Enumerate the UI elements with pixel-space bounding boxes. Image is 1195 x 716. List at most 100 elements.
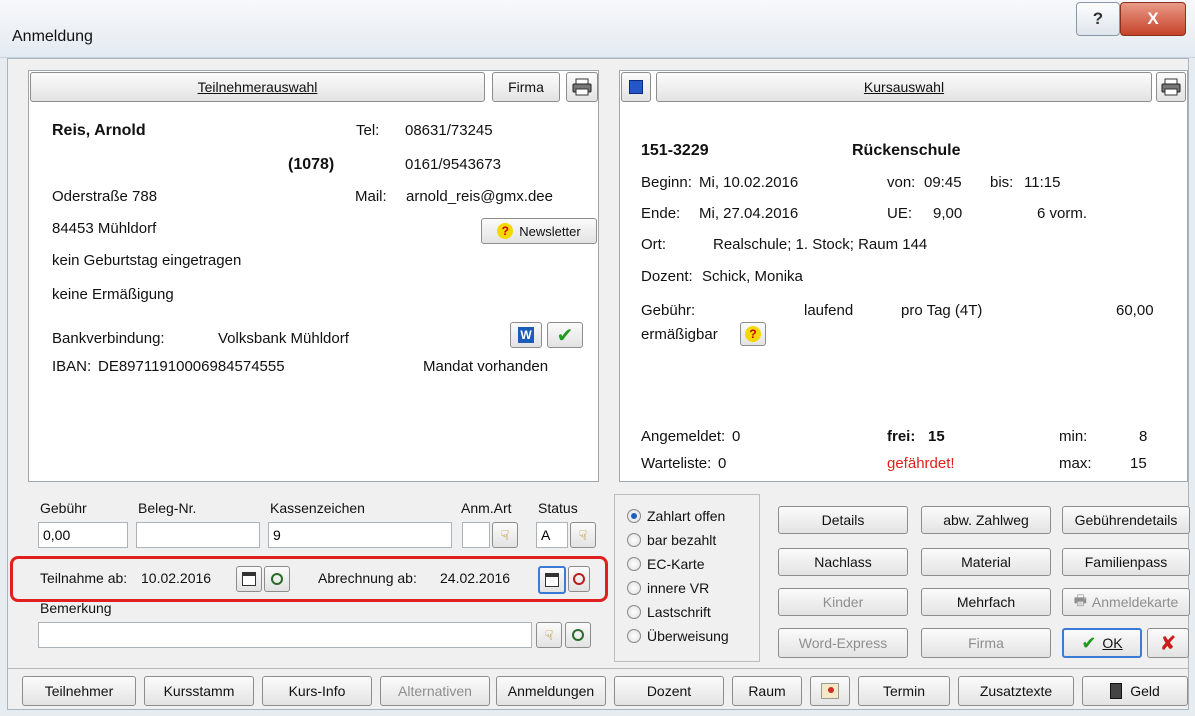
window-title: Anmeldung bbox=[12, 28, 93, 45]
radio-icon bbox=[627, 533, 641, 547]
material-button[interactable]: Material bbox=[921, 548, 1051, 576]
to-label: bis: bbox=[990, 174, 1014, 191]
course-lookup-button[interactable] bbox=[621, 72, 651, 102]
alt-payment-button[interactable]: abw. Zahlweg bbox=[921, 506, 1051, 534]
cash-input[interactable] bbox=[268, 522, 452, 548]
payment-option-cash[interactable]: bar bezahlt bbox=[627, 532, 716, 548]
close-button[interactable]: X bbox=[1120, 2, 1186, 36]
fee-type: laufend bbox=[804, 302, 854, 319]
toolbar-course-master-button[interactable]: Kursstamm bbox=[144, 676, 254, 706]
toolbar-room-button[interactable]: Raum bbox=[732, 676, 802, 706]
toolbar-course-info-button[interactable]: Kurs-Info bbox=[262, 676, 372, 706]
children-button[interactable]: Kinder bbox=[778, 588, 908, 616]
billing-date[interactable]: 24.02.2016 bbox=[440, 570, 510, 586]
regtype-lookup-button[interactable]: ☟ bbox=[492, 522, 518, 548]
toolbar-registrations-button[interactable]: Anmeldungen bbox=[496, 676, 606, 706]
billing-zoom-button[interactable] bbox=[568, 566, 590, 592]
word-button[interactable]: W bbox=[510, 322, 542, 348]
participant-street: Oderstraße 788 bbox=[52, 188, 158, 205]
cancel-button[interactable]: ✘ bbox=[1147, 628, 1189, 658]
reducible-help-button[interactable]: ? bbox=[740, 322, 766, 346]
bank-label: Bankverbindung: bbox=[52, 330, 165, 347]
tel-primary: 08631/73245 bbox=[405, 122, 493, 139]
course-select-button[interactable]: Kursauswahl bbox=[656, 72, 1152, 102]
cash-label: Kassenzeichen bbox=[270, 500, 365, 516]
fee-details-button[interactable]: Gebührendetails bbox=[1062, 506, 1190, 534]
word-express-button[interactable]: Word-Express bbox=[778, 628, 908, 658]
toolbar-extra-texts-button[interactable]: Zusatztexte bbox=[958, 676, 1074, 706]
remark-input[interactable] bbox=[38, 622, 532, 648]
toolbar-money-button[interactable]: Geld bbox=[1082, 676, 1188, 706]
toolbar-schedule-button[interactable]: Termin bbox=[858, 676, 950, 706]
payment-option-transfer[interactable]: Überweisung bbox=[627, 628, 729, 644]
reg-card-button[interactable]: 🖶 Anmeldekarte bbox=[1062, 588, 1190, 616]
receipt-input[interactable] bbox=[136, 522, 260, 548]
family-pass-button[interactable]: Familienpass bbox=[1062, 548, 1190, 576]
question-icon: ? bbox=[497, 223, 514, 239]
participation-date[interactable]: 10.02.2016 bbox=[141, 570, 211, 586]
remark-lookup-button[interactable]: ☟ bbox=[536, 622, 562, 648]
ok-button[interactable]: ✔ OK bbox=[1062, 628, 1142, 658]
ue-label: UE: bbox=[887, 205, 913, 222]
waitlist-label: Warteliste: bbox=[641, 455, 712, 472]
payment-option-internal[interactable]: innere VR bbox=[627, 580, 709, 596]
regtype-input[interactable] bbox=[462, 522, 490, 548]
participant-email: arnold_reis@gmx.dee bbox=[406, 188, 553, 205]
toolbar-teacher-button[interactable]: Dozent bbox=[614, 676, 724, 706]
payment-option-ec[interactable]: EC-Karte bbox=[627, 556, 705, 572]
billing-label: Abrechnung ab: bbox=[318, 570, 417, 586]
newsletter-button[interactable]: ? Newsletter bbox=[481, 218, 597, 244]
status-label: Status bbox=[538, 500, 578, 516]
regtype-label: Anm.Art bbox=[461, 500, 512, 516]
multiple-button[interactable]: Mehrfach bbox=[921, 588, 1051, 616]
course-print-button[interactable] bbox=[1156, 72, 1186, 102]
mandate-status: Mandat vorhanden bbox=[423, 358, 549, 375]
participant-name: Reis, Arnold bbox=[52, 122, 146, 139]
toolbar-participants-button[interactable]: Teilnehmer bbox=[22, 676, 136, 706]
participation-label: Teilnahme ab: bbox=[40, 570, 128, 586]
payment-option-debit[interactable]: Lastschrift bbox=[627, 604, 711, 620]
place-label: Ort: bbox=[641, 236, 666, 253]
confirm-bank-button[interactable]: ✔ bbox=[547, 322, 583, 348]
globe-icon bbox=[629, 80, 643, 94]
participant-firma-button[interactable]: Firma bbox=[492, 72, 560, 102]
participant-select-button[interactable]: Teilnehmerauswahl bbox=[30, 72, 485, 102]
checkmark-icon: ✔ bbox=[1081, 632, 1097, 653]
radio-icon bbox=[627, 629, 641, 643]
remark-zoom-button[interactable] bbox=[565, 622, 591, 648]
participant-discount: keine Ermäßigung bbox=[52, 286, 174, 303]
toolbar-map-button[interactable] bbox=[810, 676, 850, 706]
payment-option-open[interactable]: Zahlart offen bbox=[627, 508, 725, 524]
fee-input[interactable] bbox=[38, 522, 128, 548]
radio-icon bbox=[627, 557, 641, 571]
bank-name: Volksbank Mühldorf bbox=[218, 330, 349, 347]
course-end: Mi, 27.04.2016 bbox=[699, 205, 799, 222]
free-count: 15 bbox=[928, 428, 945, 445]
receipt-label: Beleg-Nr. bbox=[138, 500, 197, 516]
participant-city: 84453 Mühldorf bbox=[52, 220, 157, 237]
reducible-label: ermäßigbar bbox=[641, 326, 718, 343]
course-to: 11:15 bbox=[1024, 174, 1061, 191]
status-input[interactable] bbox=[536, 522, 568, 548]
course-status: gefährdet! bbox=[887, 455, 955, 472]
participation-zoom-button[interactable] bbox=[264, 566, 290, 592]
registered-count: 0 bbox=[732, 428, 741, 445]
details-button[interactable]: Details bbox=[778, 506, 908, 534]
max-value: 15 bbox=[1130, 455, 1147, 472]
company-button[interactable]: Firma bbox=[921, 628, 1051, 658]
course-ue: 9,00 bbox=[933, 205, 963, 222]
participation-calendar-button[interactable] bbox=[236, 566, 262, 592]
billing-calendar-button[interactable] bbox=[538, 566, 566, 594]
form-fee-label: Gebühr bbox=[40, 500, 87, 516]
print-doc-icon: 🖶 bbox=[1073, 592, 1087, 608]
calendar-icon bbox=[545, 573, 559, 587]
hand-pointer-icon: ☟ bbox=[500, 526, 510, 543]
toolbar-alternatives-button[interactable]: Alternativen bbox=[380, 676, 490, 706]
status-lookup-button[interactable]: ☟ bbox=[570, 522, 596, 548]
course-teacher: Schick, Monika bbox=[702, 268, 803, 285]
participant-print-button[interactable] bbox=[566, 72, 598, 102]
help-button[interactable]: ? bbox=[1076, 2, 1120, 36]
discount-button[interactable]: Nachlass bbox=[778, 548, 908, 576]
hand-pointer-icon: ☟ bbox=[544, 626, 554, 643]
word-icon: W bbox=[518, 327, 534, 343]
